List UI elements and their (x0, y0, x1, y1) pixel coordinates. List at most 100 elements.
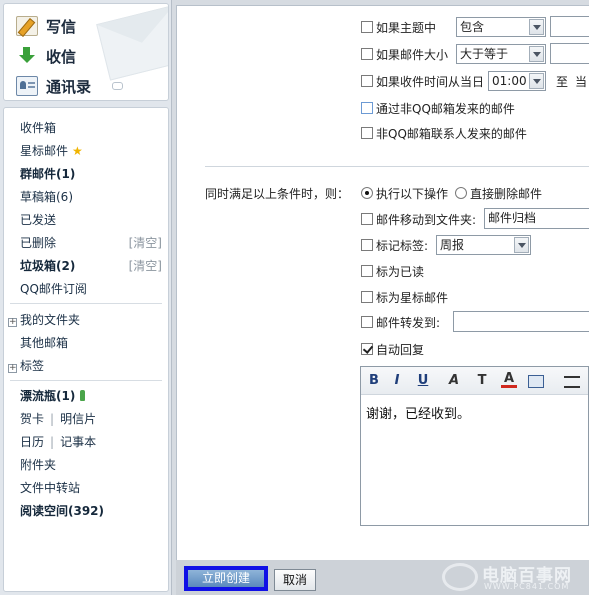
mark-read-checkbox[interactable] (361, 265, 373, 277)
delete-directly-radio[interactable] (455, 187, 467, 199)
star-icon: ★ (72, 144, 83, 158)
non-contact-label: 非QQ邮箱联系人发来的邮件 (376, 126, 527, 141)
mark-star-checkbox[interactable] (361, 291, 373, 303)
delete-directly-label: 直接删除邮件 (470, 186, 543, 201)
sidebar-item-deleted[interactable]: 已删除 [清空] (20, 233, 162, 253)
move-folder-field[interactable]: 邮件归档 (484, 208, 589, 229)
sidebar-item-cards: 贺卡 | 明信片 (20, 412, 97, 426)
sidebar-item-spam[interactable]: 垃圾箱(2) [清空] (20, 256, 162, 276)
expand-icon[interactable]: + (8, 318, 17, 327)
starred-label: 星标邮件 (20, 144, 69, 158)
move-checkbox[interactable] (361, 213, 373, 225)
tag-checkbox[interactable] (361, 239, 373, 251)
write-button[interactable]: 写信 (16, 14, 76, 38)
subject-operator-select[interactable]: 包含 (456, 17, 546, 37)
calendar-link[interactable]: 日历 (20, 435, 44, 449)
reading-space-label: 阅读空间(392) (20, 504, 105, 518)
clear-deleted-link[interactable]: [清空] (129, 233, 162, 253)
mark-star-action: 标为星标邮件 (361, 287, 448, 307)
receive-label: 收信 (46, 47, 77, 66)
expand-icon[interactable]: + (8, 364, 17, 373)
sidebar-item-drift-bottle[interactable]: 漂流瓶(1) (20, 386, 162, 406)
do-following-label: 执行以下操作 (376, 186, 449, 201)
tags-label: 标签 (20, 359, 45, 373)
site-watermark: 电脑百事网 WWW.PC841.COM (442, 560, 589, 595)
deleted-label: 已删除 (20, 236, 57, 250)
move-label: 邮件移动到文件夹: (376, 212, 477, 227)
time-checkbox[interactable] (361, 75, 373, 87)
do-following-radio[interactable] (361, 187, 373, 199)
forward-address-input[interactable] (453, 311, 589, 332)
delete-directly-option[interactable]: 直接删除邮件 (455, 183, 542, 203)
sidebar-item-my-folders[interactable]: + 我的文件夹 (8, 310, 162, 330)
forward-action: 邮件转发到: (361, 312, 440, 332)
time-label: 如果收件时间从当日 (376, 74, 485, 89)
subject-keyword-input[interactable] (550, 16, 589, 37)
when-all-text: 同时满足以上条件时，则： (205, 186, 350, 201)
sidebar-item-other-mailboxes[interactable]: 其他邮箱 (20, 333, 162, 353)
postcard-link[interactable]: 明信片 (60, 412, 96, 426)
time-from-value: 01:00 (492, 74, 527, 88)
auto-reply-action: 自动回复 (361, 339, 424, 359)
sidebar-item-drafts[interactable]: 草稿箱(6) (20, 187, 162, 207)
time-from-select[interactable]: 01:00 (488, 71, 546, 91)
italic-button[interactable]: I (391, 372, 403, 390)
clear-spam-link[interactable]: [清空] (129, 256, 162, 276)
spam-label: 垃圾箱(2) (20, 259, 76, 273)
contact-card-icon (16, 76, 38, 96)
size-operator-select[interactable]: 大于等于 (456, 44, 546, 64)
time-condition: 如果收件时间从当日 (361, 71, 484, 91)
background-color-icon[interactable] (528, 375, 544, 388)
tag-select[interactable]: 周报 (436, 235, 531, 255)
pencil-icon (16, 16, 38, 36)
nav-divider (10, 303, 162, 304)
receive-button[interactable]: 收信 (16, 44, 76, 68)
font-color-button[interactable]: A (501, 372, 517, 388)
chevron-down-icon (529, 46, 544, 62)
sidebar-item-file-transfer[interactable]: 文件中转站 (20, 478, 162, 498)
subject-checkbox[interactable] (361, 21, 373, 33)
chevron-down-icon (529, 73, 544, 89)
cancel-button[interactable]: 取消 (274, 569, 316, 591)
contacts-button[interactable]: 通讯录 (16, 74, 91, 98)
greeting-card-link[interactable]: 贺卡 (20, 412, 44, 426)
sidebar-item-tags[interactable]: + 标签 (8, 356, 162, 376)
sidebar-item-group[interactable]: 群邮件(1) (20, 164, 162, 184)
auto-reply-checkbox[interactable] (361, 343, 373, 355)
section-divider (205, 166, 589, 167)
sidebar-item-attachments[interactable]: 附件夹 (20, 455, 162, 475)
size-condition: 如果邮件大小 (361, 44, 448, 64)
sidebar-item-inbox[interactable]: 收件箱 (20, 118, 162, 138)
subject-condition: 如果主题中 (361, 17, 436, 37)
write-label: 写信 (46, 17, 77, 36)
subscriptions-label: QQ邮件订阅 (20, 282, 87, 296)
font-size-button[interactable]: T (473, 372, 491, 390)
envelope-decoration (96, 5, 168, 81)
sidebar-item-sent[interactable]: 已发送 (20, 210, 162, 230)
font-family-button[interactable]: A (445, 372, 463, 390)
mark-read-label: 标为已读 (376, 264, 425, 279)
sidebar-item-subscriptions[interactable]: QQ邮件订阅 (20, 279, 162, 299)
create-now-button[interactable]: 立即创建 (184, 566, 268, 591)
sidebar-item-reading-space[interactable]: 阅读空间(392) (20, 501, 162, 521)
align-icon[interactable] (564, 376, 580, 388)
underline-button[interactable]: U (416, 372, 430, 390)
size-value-input[interactable] (550, 43, 589, 64)
editor-content[interactable]: 谢谢，已经收到。 (366, 403, 470, 422)
sent-label: 已发送 (20, 213, 57, 227)
non-qq-checkbox[interactable] (361, 102, 373, 114)
forward-checkbox[interactable] (361, 316, 373, 328)
do-following-option[interactable]: 执行以下操作 (361, 183, 448, 203)
nav-divider (10, 380, 162, 381)
non-contact-checkbox[interactable] (361, 127, 373, 139)
attachments-label: 附件夹 (20, 458, 57, 472)
auto-reply-label: 自动回复 (376, 342, 425, 357)
editor-toolbar: B I U A T A (361, 367, 588, 395)
time-trail-label: 当 (575, 71, 587, 91)
bold-button[interactable]: B (367, 372, 381, 390)
sidebar-item-starred[interactable]: 星标邮件 ★ (20, 141, 162, 161)
contacts-label: 通讯录 (46, 77, 92, 96)
notepad-link[interactable]: 记事本 (60, 435, 96, 449)
non-qq-label: 通过非QQ邮箱发来的邮件 (376, 101, 515, 116)
size-checkbox[interactable] (361, 48, 373, 60)
